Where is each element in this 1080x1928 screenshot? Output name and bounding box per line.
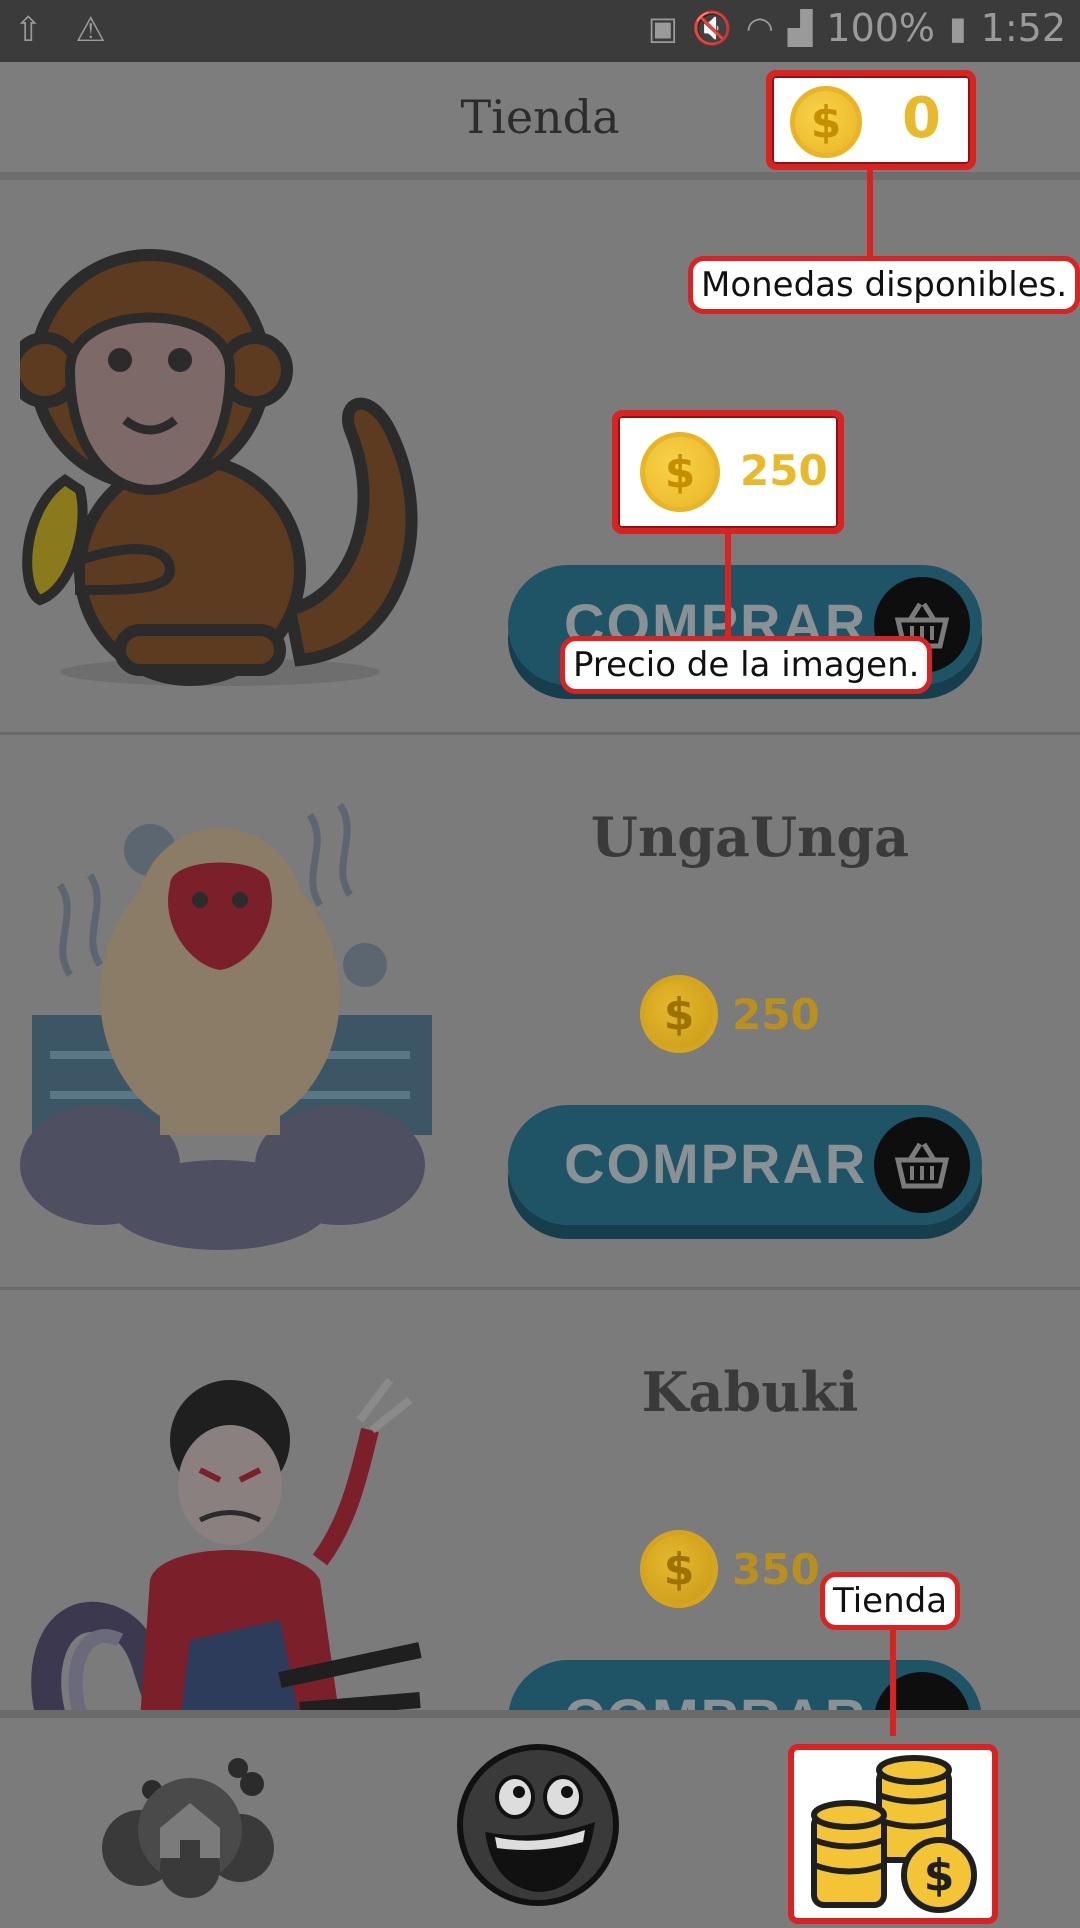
callout-line bbox=[890, 1628, 896, 1736]
item-price: $ 350 bbox=[640, 1530, 820, 1608]
monkey-image bbox=[20, 249, 418, 686]
product-list[interactable]: M $ 250 COMPRAR bbox=[0, 180, 1080, 1710]
battery-icon: ▮ bbox=[949, 9, 967, 47]
upload-icon: ⇧ bbox=[14, 10, 43, 50]
coin-balance: $ 0 bbox=[766, 70, 976, 170]
annotation-price: Precio de la imagen. bbox=[560, 636, 933, 694]
coin-icon: $ bbox=[640, 1530, 718, 1608]
basket-icon bbox=[874, 1672, 970, 1710]
mute-icon: 🔇 bbox=[692, 9, 732, 47]
wifi-icon: ◠ bbox=[745, 9, 774, 47]
item-price: $ 250 bbox=[640, 975, 820, 1053]
buy-label: COMPRAR bbox=[564, 1132, 868, 1195]
dollar-glyph: $ bbox=[924, 1850, 955, 1901]
nav-shop[interactable]: $ bbox=[788, 1744, 998, 1924]
coin-icon: $ bbox=[640, 432, 720, 512]
coin-icon: $ bbox=[640, 975, 718, 1053]
buy-button[interactable]: COMPRAR bbox=[508, 1105, 982, 1225]
coin-balance-value: 0 bbox=[902, 86, 941, 151]
warning-icon: ⚠ bbox=[75, 10, 106, 50]
callout-line bbox=[867, 170, 873, 258]
nav-home[interactable] bbox=[100, 1748, 280, 1898]
coins-stack-icon: $ bbox=[811, 1755, 977, 1913]
battery-percent: 100% bbox=[826, 6, 936, 50]
sim-icon: ▣ bbox=[647, 9, 679, 47]
price-value: 350 bbox=[732, 1544, 820, 1594]
list-item: Kabuki $ 350 COMPRAR bbox=[0, 1290, 1080, 1710]
kabuki-image bbox=[31, 1377, 422, 1710]
clock: 1:52 bbox=[980, 6, 1066, 50]
price-value: 250 bbox=[740, 446, 828, 495]
buy-label: COMPRAR bbox=[564, 1686, 867, 1710]
coin-icon: $ bbox=[790, 86, 862, 158]
home-icon bbox=[102, 1758, 274, 1898]
signal-icon: ▟ bbox=[787, 9, 813, 47]
item-title: UngaUnga bbox=[590, 805, 910, 869]
nav-profile[interactable] bbox=[455, 1742, 621, 1908]
snow-monkey-image bbox=[20, 803, 432, 1250]
callout-line bbox=[725, 534, 731, 638]
price-value: 250 bbox=[732, 989, 820, 1039]
list-item: UngaUnga $ 250 COMPRAR bbox=[0, 735, 1080, 1290]
item-title: Kabuki bbox=[641, 1360, 859, 1424]
price-callout: $ 250 bbox=[612, 410, 844, 534]
annotation-shop: Tienda bbox=[820, 1572, 961, 1630]
basket-icon bbox=[874, 1117, 970, 1213]
bottom-nav: $ bbox=[0, 1710, 1080, 1928]
status-bar: ⇧ ⚠ ▣ 🔇 ◠ ▟ 100% ▮ 1:52 bbox=[0, 0, 1080, 62]
annotation-coins: Monedas disponibles. bbox=[688, 256, 1080, 314]
buy-button[interactable]: COMPRAR bbox=[508, 1660, 982, 1710]
smiley-icon bbox=[457, 1744, 619, 1906]
